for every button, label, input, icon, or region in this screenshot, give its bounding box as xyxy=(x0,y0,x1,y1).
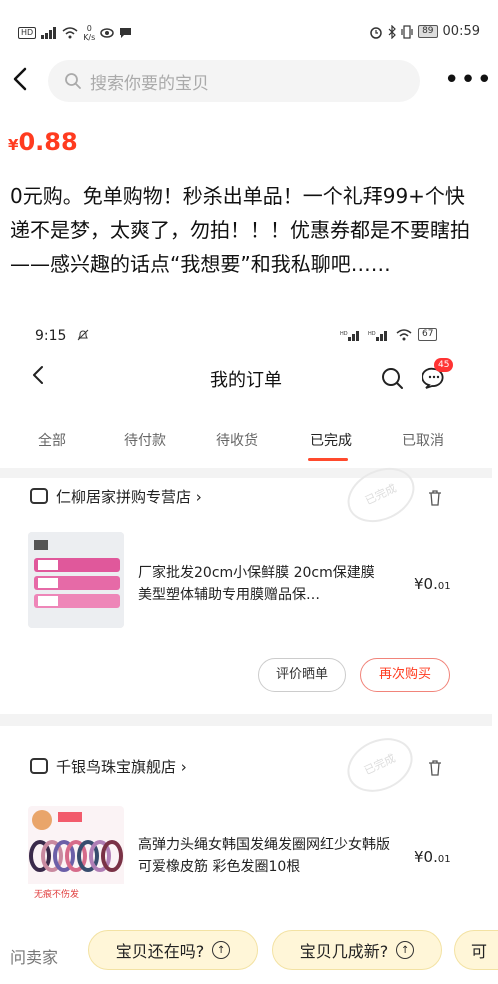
search-placeholder: 搜索你要的宝贝 xyxy=(90,73,209,94)
review-button[interactable]: 评价晒单 xyxy=(258,658,346,692)
active-tab-indicator xyxy=(308,458,348,461)
speed-indicator: 0 K/s xyxy=(83,24,96,42)
arrow-up-icon: ↑ xyxy=(396,941,415,959)
hair-ties-image xyxy=(28,806,124,884)
inner-search-icon[interactable] xyxy=(380,366,404,390)
arrow-up-icon: ↑ xyxy=(212,941,231,959)
vibrate-icon xyxy=(401,24,413,39)
product-image-order-screenshot[interactable]: 9:15 HD HD 67 我的订单 45 全部 待付款 待收货 已完成 已取消… xyxy=(0,318,492,922)
shop-icon xyxy=(30,488,48,504)
battery-icon: 89 xyxy=(418,25,438,38)
inner-signal2-icon: HD xyxy=(368,330,387,341)
completed-stamp: 已完成 xyxy=(338,727,422,803)
search-icon xyxy=(65,73,81,89)
tab-cancelled[interactable]: 已取消 xyxy=(402,430,444,450)
chip-label: 可 xyxy=(471,942,488,961)
quick-question-still-available[interactable]: 宝贝还在吗? ↑ xyxy=(88,930,258,970)
svg-text:HD: HD xyxy=(368,331,376,337)
product-title[interactable]: 高弹力头绳女韩国发绳发圈网红少女韩版可爱橡皮筋 彩色发圈10根 xyxy=(138,834,390,878)
alarm-icon xyxy=(370,26,382,39)
status-bar: HD 0 K/s 89 00:59 xyxy=(0,0,498,64)
buy-again-button[interactable]: 再次购买 xyxy=(360,658,450,692)
wrap-film-image xyxy=(28,532,124,628)
status-time: 00:59 xyxy=(442,24,480,39)
tab-all[interactable]: 全部 xyxy=(38,430,66,450)
product-title[interactable]: 厂家批发20cm小保鲜膜 20cm保建膜美型塑体辅助专用膜赠品保… xyxy=(138,562,386,606)
svg-text:HD: HD xyxy=(340,331,348,337)
thumbnail-caption: 无痕不伤发 xyxy=(34,890,80,900)
mute-icon xyxy=(77,329,89,341)
inner-page-title: 我的订单 xyxy=(210,370,282,391)
chip-label: 宝贝还在吗? xyxy=(115,942,205,961)
delete-icon[interactable] xyxy=(428,760,442,776)
status-left: HD 0 K/s xyxy=(18,24,132,42)
inner-wifi-icon xyxy=(396,328,412,340)
price-currency: ¥ xyxy=(8,136,19,154)
eye-icon xyxy=(100,28,115,38)
price-value: 0.88 xyxy=(18,128,78,156)
chat-icon xyxy=(120,28,132,38)
hd-icon: HD xyxy=(18,27,37,39)
product-thumbnail[interactable]: 无痕不伤发 xyxy=(28,806,124,902)
tab-completed[interactable]: 已完成 xyxy=(310,430,352,450)
chip-label: 宝贝几成新? xyxy=(299,942,389,961)
product-price: ¥0.01 xyxy=(414,848,451,866)
delete-icon[interactable] xyxy=(428,490,442,506)
product-price: ¥0.01 xyxy=(414,575,451,593)
shop-icon xyxy=(30,758,48,774)
product-description: 0元购。免单购物！秒杀出单品！一个礼拜99+个快递不是梦，太爽了，勿拍！！！优惠… xyxy=(10,184,470,276)
message-count-badge: 45 xyxy=(434,358,454,372)
inner-status-right: HD HD 67 xyxy=(340,328,438,341)
quick-question-more[interactable]: 可 xyxy=(454,930,498,970)
tab-pending-receipt[interactable]: 待收货 xyxy=(216,430,258,450)
section-gap xyxy=(0,468,492,478)
status-right: 89 00:59 xyxy=(369,24,480,39)
wifi-icon xyxy=(62,27,78,39)
product-price: ¥0.88 xyxy=(8,128,78,156)
inner-status-time: 9:15 xyxy=(35,328,89,344)
section-gap xyxy=(0,714,492,726)
inner-battery-icon: 67 xyxy=(418,328,438,341)
tab-pending-payment[interactable]: 待付款 xyxy=(124,430,166,450)
more-options-icon[interactable]: ••• xyxy=(444,67,493,93)
search-input[interactable]: 搜索你要的宝贝 xyxy=(48,60,420,102)
product-thumbnail[interactable] xyxy=(28,532,124,628)
bluetooth-icon xyxy=(388,24,396,39)
order-tabs: 全部 待付款 待收货 已完成 已取消 xyxy=(0,430,492,460)
shop-name[interactable]: 千银鸟珠宝旗舰店 › xyxy=(56,756,187,777)
signal-icon xyxy=(41,27,57,39)
quick-question-condition[interactable]: 宝贝几成新? ↑ xyxy=(272,930,442,970)
ask-seller-label: 问卖家 xyxy=(10,948,59,967)
order-card[interactable]: 已完成 千银鸟珠宝旗舰店 › 无痕不伤发 高弹力头绳女韩国发绳发圈网红少女韩版可… xyxy=(0,726,492,922)
shop-name[interactable]: 仁柳居家拼购专营店 › xyxy=(56,486,202,507)
inner-signal-icon: HD xyxy=(340,330,359,341)
back-arrow-icon[interactable] xyxy=(8,66,34,92)
order-card[interactable]: 已完成 仁柳居家拼购专营店 › 厂家批发20cm小保鲜膜 20cm保建膜美型塑体… xyxy=(0,457,492,714)
